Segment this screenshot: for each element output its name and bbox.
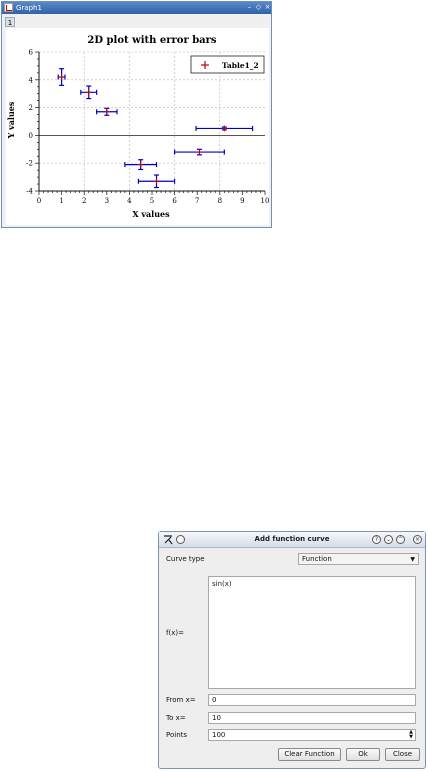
x-tick-label: 7	[195, 197, 199, 205]
ok-button[interactable]: Ok	[346, 748, 380, 761]
to-label: To x=	[166, 714, 186, 722]
from-x-field[interactable]: 0	[208, 694, 416, 706]
spin-down-icon[interactable]: ▼	[409, 735, 413, 740]
from-label: From x=	[166, 696, 196, 704]
graph-window[interactable]: Graph1 – ◇ × 1 0 1 2 3 4 5 6 7 8 9 10 -4 -2 0 2 4 6 2D p…	[1, 1, 272, 228]
to-x-field[interactable]: 10	[208, 712, 416, 724]
clear-function-button[interactable]: Clear Function	[278, 748, 341, 761]
x-tick-label: 5	[150, 197, 154, 205]
add-function-curve-dialog[interactable]: Add function curve ? ⌄ ⌃ × Curve type Fu…	[158, 531, 426, 769]
chevron-up-icon[interactable]: ⌃	[396, 535, 405, 544]
y-tick-label: 2	[29, 104, 33, 112]
curve-type-select[interactable]: Function ▼	[298, 553, 419, 565]
chevron-down-icon: ▼	[410, 556, 415, 563]
x-tick-label: 9	[240, 197, 244, 205]
x-tick-label: 10	[261, 197, 270, 205]
x-tick-label: 1	[59, 197, 63, 205]
plot-canvas[interactable]: 0 1 2 3 4 5 6 7 8 9 10 -4 -2 0 2 4 6 2D plot with error …	[2, 2, 273, 229]
close-icon[interactable]: ×	[413, 535, 422, 544]
points-value: 100	[212, 731, 226, 739]
legend[interactable]: Table1_2	[190, 55, 265, 74]
y-tick-label: -2	[26, 160, 33, 168]
points-spinbox[interactable]: 100 ▲ ▼	[208, 729, 416, 741]
chart-title: 2D plot with error bars	[87, 35, 217, 46]
chevron-down-icon[interactable]: ⌄	[384, 535, 393, 544]
close-button[interactable]: Close	[385, 748, 420, 761]
y-tick-label: 4	[29, 76, 34, 84]
y-tick-label: 6	[29, 49, 34, 57]
x-tick-label: 4	[127, 197, 132, 205]
curve-type-label: Curve type	[166, 555, 205, 563]
y-tick-label: 0	[29, 132, 33, 140]
function-textarea[interactable]: sin(x)	[208, 576, 416, 689]
help-icon[interactable]: ?	[372, 535, 381, 544]
points-label: Points	[166, 731, 188, 739]
x-axis-label: X values	[132, 209, 170, 219]
legend-entry: Table1_2	[222, 61, 259, 70]
dialog-titlebar[interactable]: Add function curve ? ⌄ ⌃ ×	[159, 532, 425, 548]
x-tick-label: 0	[37, 197, 41, 205]
fx-label: f(x)=	[166, 629, 184, 637]
x-tick-label: 3	[105, 197, 109, 205]
y-tick-label: -4	[26, 188, 33, 196]
y-axis-label: Y values	[6, 101, 16, 139]
curve-type-value: Function	[302, 555, 332, 563]
x-tick-label: 8	[218, 197, 222, 205]
x-tick-label: 6	[172, 197, 177, 205]
x-tick-label: 2	[82, 197, 86, 205]
